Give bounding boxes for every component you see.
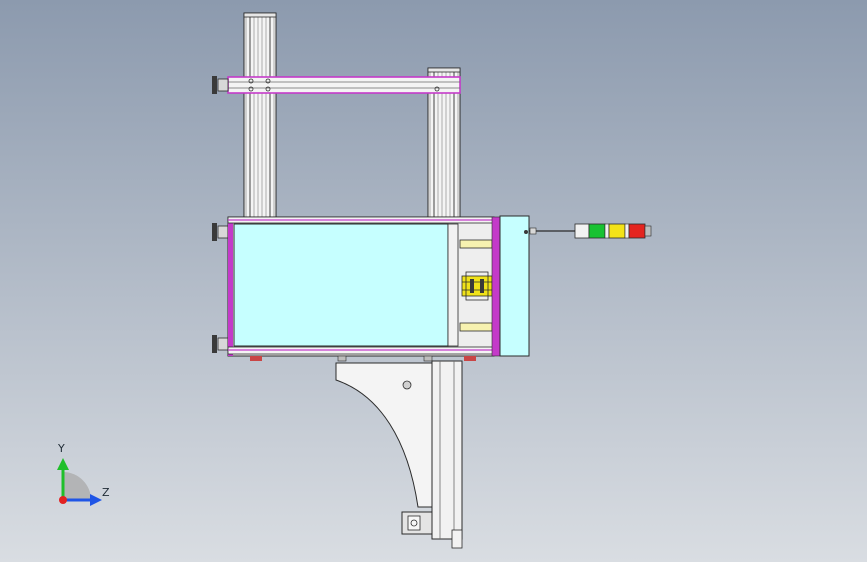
bracket-screw-right: [423, 355, 433, 362]
y-axis-label: Y: [58, 442, 65, 455]
signal-light-red: [628, 223, 646, 239]
bracket-screw-left: [337, 355, 347, 362]
signal-light-green: [588, 223, 606, 239]
cad-viewport[interactable]: Y Z: [0, 0, 867, 562]
cabinet-foot-right: [464, 356, 476, 361]
right-end-cap: [491, 215, 530, 357]
z-axis-label: Z: [102, 486, 110, 499]
leveling-foot-top: [212, 76, 229, 94]
leveling-foot-middle: [212, 223, 229, 241]
bracket-hole: [402, 380, 412, 390]
guide-rod-lower: [459, 322, 493, 332]
cabinet-glass-panel: [233, 223, 449, 347]
cad-model-view: [0, 0, 867, 562]
bottom-mount-block: [401, 511, 433, 535]
left-vertical-column: [243, 12, 277, 220]
signal-light-yellow: [608, 223, 626, 239]
leveling-foot-bottom: [212, 335, 229, 353]
cabinet-side-post: [447, 223, 459, 347]
guide-rod-upper: [459, 239, 493, 249]
top-crossbar: [227, 76, 461, 94]
cabinet-foot-left: [250, 356, 262, 361]
triad-origin: [59, 496, 67, 504]
vertical-mount-post: [431, 360, 463, 549]
clamp-actuator: [461, 271, 493, 301]
